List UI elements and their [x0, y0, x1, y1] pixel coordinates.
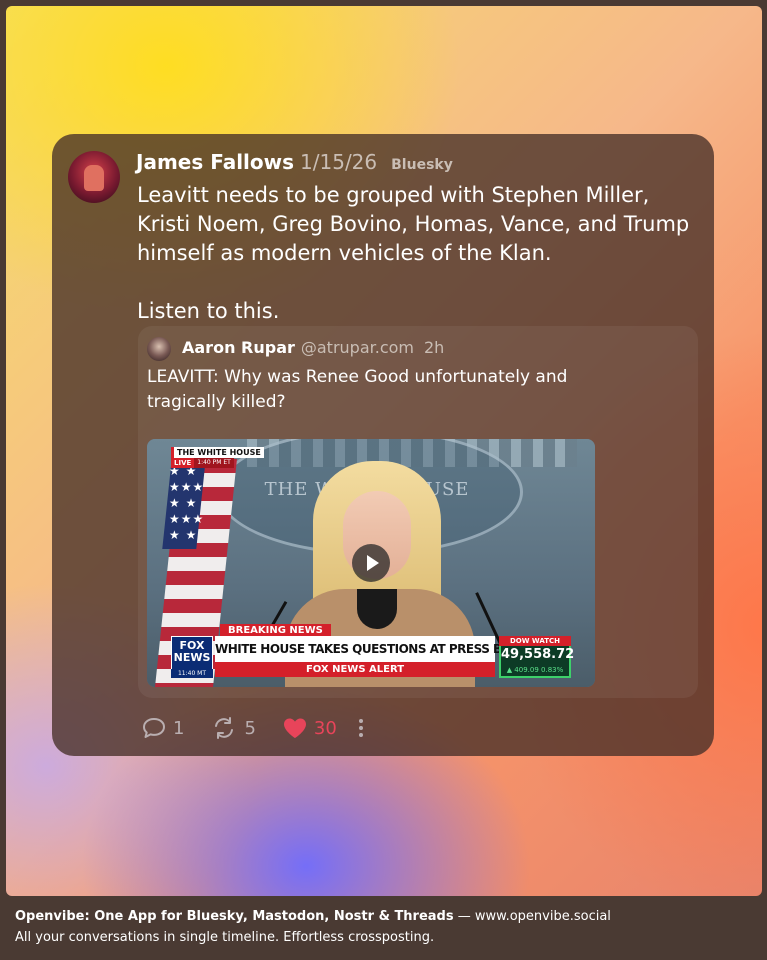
quoted-post-text: LEAVITT: Why was Renee Good unfortunatel…	[147, 367, 568, 412]
post-body: Leavitt needs to be grouped with Stephen…	[137, 181, 697, 326]
repost-count: 5	[244, 717, 256, 739]
repost-button[interactable]: 5	[210, 716, 256, 740]
logo-line: NEWS	[173, 651, 211, 664]
reply-button[interactable]: 1	[141, 716, 184, 740]
speaker-top	[357, 589, 397, 629]
source-tag: THE WHITE HOUSE	[171, 447, 264, 458]
network-label: Bluesky	[391, 157, 453, 173]
footer-url[interactable]: — www.openvibe.social	[454, 909, 611, 924]
post-paragraph: Leavitt needs to be grouped with Stephen…	[137, 183, 690, 265]
repost-icon	[215, 717, 234, 739]
quoted-author-name[interactable]: Aaron Rupar	[182, 338, 295, 357]
chyron-headline: WHITE HOUSE TAKES QUESTIONS AT PRESS BRI…	[215, 636, 553, 662]
flag-stars: ★ ★ ★★★ ★ ★ ★★★ ★ ★	[169, 464, 205, 542]
like-button[interactable]: 30	[282, 716, 337, 740]
footer-line-2: All your conversations in single timelin…	[15, 930, 435, 945]
footer-tagline: Openvibe: One App for Bluesky, Mastodon,…	[15, 909, 454, 924]
quoted-author-avatar[interactable]	[147, 337, 171, 361]
promo-footer: Openvibe: One App for Bluesky, Mastodon,…	[15, 906, 755, 948]
author-avatar[interactable]	[68, 151, 120, 203]
video-thumbnail[interactable]: THE WHITE HOUSE WASHINGTON ★ ★★★★★ ★★★★★…	[147, 439, 595, 687]
live-time: 1:40 PM ET	[194, 458, 234, 468]
heart-icon	[283, 718, 306, 738]
ticker-change: ▲ 409.09 0.83%	[499, 664, 571, 678]
more-icon[interactable]	[358, 716, 363, 740]
reply-count: 1	[173, 717, 185, 739]
quoted-post-header: Aaron Rupar @atrupar.com 2h	[182, 338, 444, 357]
author-name[interactable]: James Fallows	[136, 150, 294, 174]
ticker-label: DOW WATCH	[499, 636, 571, 646]
post-actions: 1 5 30	[141, 713, 363, 743]
live-badge: LIVE	[171, 458, 195, 468]
like-count: 30	[313, 717, 337, 739]
quoted-post-time: 2h	[424, 338, 445, 357]
ticker-value: 49,558.72	[499, 646, 575, 664]
post-header: James Fallows 1/15/26 Bluesky	[136, 150, 453, 176]
news-alert-bar: FOX NEWS ALERT	[215, 662, 495, 677]
post-paragraph: Listen to this.	[137, 299, 280, 323]
live-tag: THE WHITE HOUSE LIVE 1:40 PM ET	[171, 447, 264, 468]
post-date: 1/15/26	[300, 150, 378, 174]
footer-line-1: Openvibe: One App for Bluesky, Mastodon,…	[15, 906, 755, 927]
reply-icon	[143, 718, 165, 738]
play-icon[interactable]	[352, 544, 390, 582]
quoted-author-handle: @atrupar.com	[300, 338, 414, 357]
stock-ticker: DOW WATCH 49,558.72 ▲ 409.09 0.83%	[499, 636, 575, 678]
logo-time: 11:40 MT	[171, 669, 213, 678]
